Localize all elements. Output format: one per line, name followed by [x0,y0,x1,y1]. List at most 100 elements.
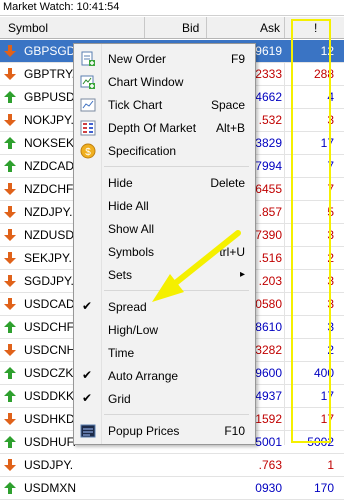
menu-item-hide[interactable]: Hide Delete [74,172,255,194]
menu-item-chart-window[interactable]: Chart Window [74,71,255,93]
menu-item-new-order[interactable]: New Order F9 [74,48,255,70]
symbol-cell: USDMXN [24,481,77,495]
ask-cell: .763 [258,458,282,472]
chart-window-icon [80,75,95,89]
menu-item-tick-chart[interactable]: Tick Chart Space [74,94,255,116]
up-arrow-icon [4,91,16,103]
menu-item-depth-of-market[interactable]: Depth Of Market Alt+B [74,117,255,139]
menu-item-spread[interactable]: ✔ Spread [74,296,255,318]
up-arrow-icon [4,137,16,149]
menu-item-label: Sets [108,268,133,282]
ask-cell: 2333 [255,67,282,81]
menu-item-label: Depth Of Market [108,121,197,135]
ask-cell: 4662 [255,90,282,104]
menu-item-high-low[interactable]: High/Low [74,319,255,341]
symbol-cell: USDHKD [24,412,75,426]
checkmark-icon: ✔ [82,391,93,405]
ask-cell: 1592 [255,412,282,426]
menu-item-label: Chart Window [108,75,184,89]
ask-cell: 4937 [255,389,282,403]
ask-cell: 6455 [255,182,282,196]
column-header-ask[interactable]: Ask [260,21,280,35]
spread-cell: 4 [327,90,334,104]
menu-item-shortcut: trl+U [219,245,245,259]
ask-cell: 7390 [255,228,282,242]
column-header-spread[interactable]: ! [314,21,317,35]
menu-separator [104,290,249,291]
symbol-cell: USDJPY. [24,458,74,472]
ask-cell: .516 [258,251,282,265]
down-arrow-icon [4,413,16,425]
context-menu: New Order F9 Chart Window Tick Chart Spa… [73,43,256,445]
symbol-cell: NZDCAD [24,159,74,173]
ask-cell: .203 [258,274,282,288]
ask-cell: .532 [258,113,282,127]
checkmark-icon: ✔ [82,299,93,313]
menu-item-grid[interactable]: ✔ Grid [74,388,255,410]
menu-item-shortcut: Alt+B [215,121,245,135]
up-arrow-icon [4,160,16,172]
down-arrow-icon [4,252,16,264]
menu-item-label: Specification [108,144,177,158]
ask-cell: 9619 [255,44,282,58]
column-header-bid[interactable]: Bid [182,21,199,35]
down-arrow-icon [4,229,16,241]
column-divider[interactable] [206,17,207,38]
down-arrow-icon [4,206,16,218]
menu-item-label: Hide All [108,199,149,213]
spread-cell: 1 [327,458,334,472]
spread-cell: 17 [320,389,334,403]
down-arrow-icon [4,183,16,195]
menu-item-popup-prices[interactable]: Popup Prices F10 [74,420,255,442]
down-arrow-icon [4,459,16,471]
table-row[interactable]: USDMXN 0930 170 [0,477,344,500]
menu-separator [104,166,249,167]
ask-cell: 0930 [255,481,282,495]
table-row[interactable]: USDJPY. .763 1 [0,454,344,477]
menu-item-show-all[interactable]: Show All [74,218,255,240]
new-order-icon [81,51,95,66]
menu-item-hide-all[interactable]: Hide All [74,195,255,217]
down-arrow-icon [4,298,16,310]
up-arrow-icon [4,436,16,448]
popup-prices-icon [80,424,96,438]
column-divider[interactable] [144,17,145,38]
spread-cell: 7 [327,159,334,173]
symbol-cell: USDCZK. [24,366,77,380]
specification-icon: $ [80,143,96,159]
menu-item-label: Symbols [108,245,155,259]
spread-cell: 3 [327,228,334,242]
spread-cell: 17 [320,136,334,150]
spread-cell: 170 [313,481,334,495]
spread-cell: 3 [327,113,334,127]
menu-item-shortcut: F10 [224,424,245,438]
menu-item-time[interactable]: Time [74,342,255,364]
window-title: Market Watch: 10:41:54 [0,0,344,16]
up-arrow-icon [4,321,16,333]
menu-item-specification[interactable]: $ Specification [74,140,255,162]
column-header-symbol[interactable]: Symbol [8,21,48,35]
menu-item-auto-arrange[interactable]: ✔ Auto Arrange [74,365,255,387]
spread-cell: 3 [327,297,334,311]
menu-item-shortcut: F9 [230,52,245,66]
up-arrow-icon [4,390,16,402]
symbol-cell: USDCNH [24,343,76,357]
symbol-cell: GBPSGD. [24,44,79,58]
menu-item-symbols[interactable]: Symbols trl+U [74,241,255,263]
ask-cell: 3282 [255,343,282,357]
column-header-row: Symbol Bid Ask ! [0,17,344,39]
svg-text:$: $ [85,147,91,158]
spread-cell: 7 [327,182,334,196]
column-divider[interactable] [284,17,285,38]
spread-cell: 17 [320,412,334,426]
symbol-cell: NZDJPY. [24,205,73,219]
down-arrow-icon [4,45,16,57]
down-arrow-icon [4,114,16,126]
symbol-cell: GBPUSD. [24,90,79,104]
menu-item-label: New Order [108,52,167,66]
menu-separator [104,414,249,415]
ask-cell: 3829 [255,136,282,150]
spread-cell: 12 [320,44,334,58]
menu-item-sets[interactable]: Sets ▸ [74,264,255,286]
symbol-cell: GBPTRY. [24,67,75,81]
